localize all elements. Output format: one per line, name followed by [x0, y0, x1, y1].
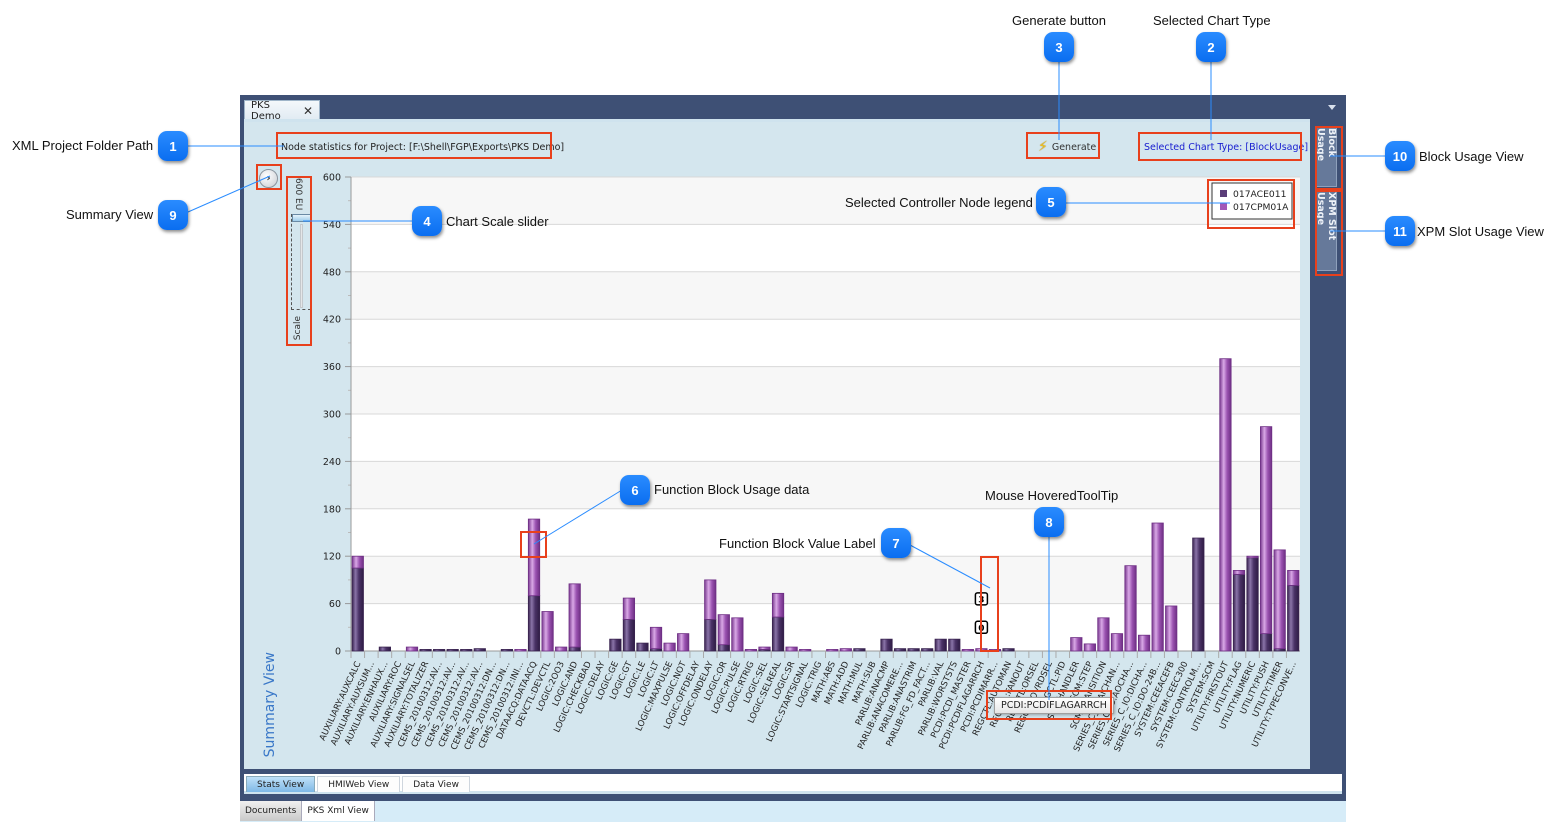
- annotation-badge-6: 6: [620, 475, 650, 505]
- annotation-10-text: Block Usage View: [1419, 149, 1524, 164]
- annotation-badge-5: 5: [1036, 187, 1066, 217]
- annotation-3-text: Generate button: [1012, 13, 1106, 28]
- annotation-7-text: Function Block Value Label: [719, 536, 876, 551]
- annotation-6-text: Function Block Usage data: [654, 482, 810, 497]
- annotation-badge-2: 2: [1196, 32, 1226, 62]
- annotation-1-text: XML Project Folder Path: [12, 138, 154, 153]
- annotation-11-text: XPM Slot Usage View: [1417, 224, 1544, 239]
- annotation-badge-11: 11: [1385, 216, 1415, 246]
- annotation-8-text: Mouse HoveredToolTip: [985, 488, 1119, 503]
- annotation-9-text: Summary View: [66, 207, 154, 222]
- annotation-4-text: Chart Scale slider: [446, 214, 549, 229]
- annotation-badge-4: 4: [412, 206, 442, 236]
- annotation-2-text: Selected Chart Type: [1153, 13, 1271, 28]
- annotation-5-text: Selected Controller Node legend: [845, 195, 1033, 210]
- annotation-badge-8: 8: [1034, 507, 1064, 537]
- annotation-badge-9: 9: [158, 200, 188, 230]
- annotation-badge-3: 3: [1044, 32, 1074, 62]
- annotation-badge-1: 1: [158, 131, 188, 161]
- annotation-badge-10: 10: [1385, 141, 1415, 171]
- annotation-lines: [187, 62, 1386, 700]
- annotation-badge-7: 7: [881, 528, 911, 558]
